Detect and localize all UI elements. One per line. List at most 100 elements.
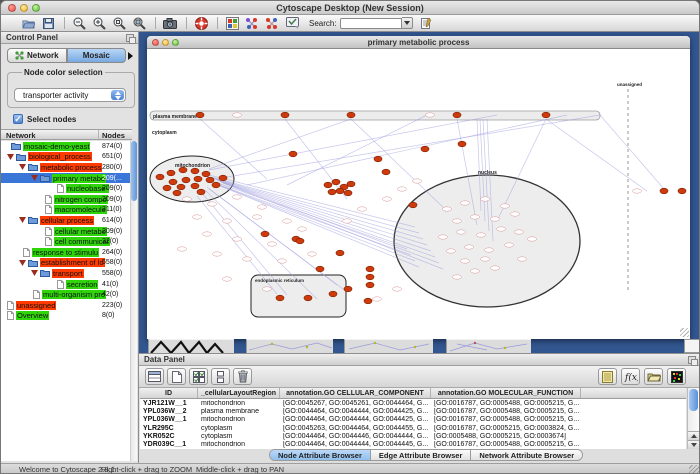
new-attribute-icon[interactable] bbox=[167, 368, 186, 385]
column-header-annotation-go-cellular-component[interactable]: annotation.GO CELLULAR_COMPONENT bbox=[280, 388, 431, 398]
hide-selected-nodes-icon[interactable] bbox=[243, 16, 261, 31]
gene-node[interactable] bbox=[458, 141, 466, 147]
float-panel-icon[interactable] bbox=[126, 34, 134, 42]
gene-label-node[interactable] bbox=[183, 197, 192, 201]
gene-label-node[interactable] bbox=[243, 257, 252, 261]
tree-row-nucleobase[interactable]: nucleobase-209(0) bbox=[1, 183, 132, 194]
gene-label-node[interactable] bbox=[471, 269, 480, 273]
gene-node[interactable] bbox=[332, 179, 340, 185]
gene-label-node[interactable] bbox=[413, 179, 422, 183]
gene-label-node[interactable] bbox=[193, 215, 202, 219]
gene-node[interactable] bbox=[347, 181, 355, 187]
tree-row-metabolic-process[interactable]: metabolic process280(0) bbox=[1, 162, 132, 173]
gene-node[interactable] bbox=[177, 184, 185, 190]
gene-label-node[interactable] bbox=[253, 215, 262, 219]
gene-label-node[interactable] bbox=[213, 252, 222, 256]
gene-node[interactable] bbox=[453, 112, 461, 118]
expand-arrow-icon[interactable] bbox=[31, 175, 38, 181]
gene-label-node[interactable] bbox=[439, 235, 448, 239]
tab-network[interactable]: Network bbox=[7, 48, 67, 63]
gene-node[interactable] bbox=[182, 177, 190, 183]
gene-label-node[interactable] bbox=[461, 259, 470, 263]
gene-node[interactable] bbox=[660, 188, 668, 194]
gene-label-node[interactable] bbox=[393, 287, 402, 291]
gene-node[interactable] bbox=[202, 171, 210, 177]
gene-label-node[interactable] bbox=[465, 245, 474, 249]
table-row-ypl036w-2[interactable]: YPL036W__2plasma membrane[GO:0044464, GO… bbox=[140, 407, 686, 415]
table-row-yjr121w-1[interactable]: YJR121W__1mitochondrion[GO:0045267, GO:0… bbox=[140, 399, 686, 407]
gene-label-node[interactable] bbox=[481, 197, 490, 201]
gene-label-node[interactable] bbox=[477, 233, 486, 237]
tab-network-attribute-browser[interactable]: Network Attribute Browser bbox=[471, 450, 582, 460]
gene-node[interactable] bbox=[344, 286, 352, 292]
gene-node[interactable] bbox=[382, 169, 390, 175]
notepad-icon[interactable] bbox=[598, 368, 617, 385]
background-window-fragment[interactable] bbox=[148, 339, 234, 353]
import-attributes-folder-icon[interactable] bbox=[644, 368, 663, 385]
tree-row-transport[interactable]: transport558(0) bbox=[1, 268, 132, 279]
gene-node[interactable] bbox=[364, 298, 372, 304]
tree-row-secretion[interactable]: secretion41(0) bbox=[1, 279, 132, 290]
gene-node[interactable] bbox=[296, 238, 304, 244]
table-row-ykr052c[interactable]: YKR052Ccytoplasm[GO:0044464, GO:0044446,… bbox=[140, 432, 686, 440]
tree-row-primary-metabo[interactable]: primary metabo209(... bbox=[1, 173, 132, 184]
tree-row-establishment-of-lo[interactable]: establishment of lo558(0) bbox=[1, 258, 132, 269]
gene-label-node[interactable] bbox=[505, 243, 514, 247]
gene-label-node[interactable] bbox=[278, 259, 287, 263]
gene-label-node[interactable] bbox=[481, 257, 490, 261]
gene-label-node[interactable] bbox=[178, 247, 187, 251]
background-window-fragment[interactable] bbox=[446, 339, 531, 353]
gene-node[interactable] bbox=[276, 295, 284, 301]
attribute-grid-icon[interactable] bbox=[145, 368, 164, 385]
tree-row-cellular-process[interactable]: cellular process614(0) bbox=[1, 215, 132, 226]
table-row-ypl036w-1[interactable]: YPL036W__1mitochondrion[GO:0044464, GO:0… bbox=[140, 416, 686, 424]
tab-node-attribute-browser[interactable]: Node Attribute Browser bbox=[270, 450, 371, 460]
gene-label-node[interactable] bbox=[491, 266, 500, 270]
column-header-cellularlayoutregion[interactable]: _cellularLayoutRegion bbox=[198, 388, 280, 398]
net-close-button[interactable] bbox=[152, 39, 159, 46]
column-header-annotation-go-molecular-function[interactable]: annotation.GO MOLECULAR_FUNCTION bbox=[431, 388, 581, 398]
gene-node[interactable] bbox=[289, 151, 297, 157]
annotation-select-icon[interactable] bbox=[283, 16, 301, 31]
network-canvas[interactable]: plasma membranecytoplasmmitochondrionnuc… bbox=[147, 49, 690, 338]
table-row-ylr295c[interactable]: YLR295Ccytoplasm[GO:0045263, GO:0044464,… bbox=[140, 424, 686, 432]
gene-label-node[interactable] bbox=[308, 252, 317, 256]
zoom-out-icon[interactable] bbox=[70, 16, 88, 31]
gene-node[interactable] bbox=[191, 183, 199, 189]
gene-label-node[interactable] bbox=[223, 219, 232, 223]
gene-node[interactable] bbox=[163, 185, 171, 191]
tree-row-macromolecule[interactable]: macromolecule311(0) bbox=[1, 205, 132, 216]
gene-node[interactable] bbox=[421, 146, 429, 152]
tree-row-multi-organism-pro[interactable]: multi-organism pro42(0) bbox=[1, 289, 132, 300]
gene-label-node[interactable] bbox=[358, 207, 367, 211]
gene-label-node[interactable] bbox=[223, 277, 232, 281]
expand-arrow-icon[interactable] bbox=[19, 217, 26, 223]
gene-label-node[interactable] bbox=[501, 204, 510, 208]
control-panel-scrollbar[interactable] bbox=[130, 141, 137, 461]
scroll-up-icon[interactable] bbox=[688, 431, 700, 440]
gene-node[interactable] bbox=[281, 112, 289, 118]
tab-edge-attribute-browser[interactable]: Edge Attribute Browser bbox=[371, 450, 471, 460]
snapshot-camera-icon[interactable] bbox=[161, 16, 179, 31]
gene-label-node[interactable] bbox=[233, 113, 242, 117]
expand-arrow-icon[interactable] bbox=[31, 270, 38, 276]
gene-label-node[interactable] bbox=[515, 230, 524, 234]
gene-node[interactable] bbox=[194, 176, 202, 182]
gene-label-node[interactable] bbox=[491, 217, 500, 221]
zoom-window-button[interactable] bbox=[32, 4, 40, 12]
net-minimize-button[interactable] bbox=[162, 39, 169, 46]
delete-attribute-trash-icon[interactable] bbox=[233, 368, 252, 385]
gene-label-node[interactable] bbox=[453, 219, 462, 223]
gene-label-node[interactable] bbox=[528, 237, 537, 241]
zoom-in-icon[interactable] bbox=[90, 16, 108, 31]
gene-node[interactable] bbox=[316, 266, 324, 272]
tree-row-overview[interactable]: Overview8(0) bbox=[1, 311, 132, 322]
zoom-fit-icon[interactable] bbox=[130, 16, 148, 31]
scroll-down-icon[interactable] bbox=[688, 440, 700, 449]
unselect-attributes-icon[interactable] bbox=[211, 368, 230, 385]
gene-label-node[interactable] bbox=[268, 242, 277, 246]
gene-node[interactable] bbox=[173, 190, 181, 196]
gene-node[interactable] bbox=[347, 112, 355, 118]
tab-overflow-button[interactable] bbox=[126, 48, 134, 63]
gene-node[interactable] bbox=[156, 174, 164, 180]
